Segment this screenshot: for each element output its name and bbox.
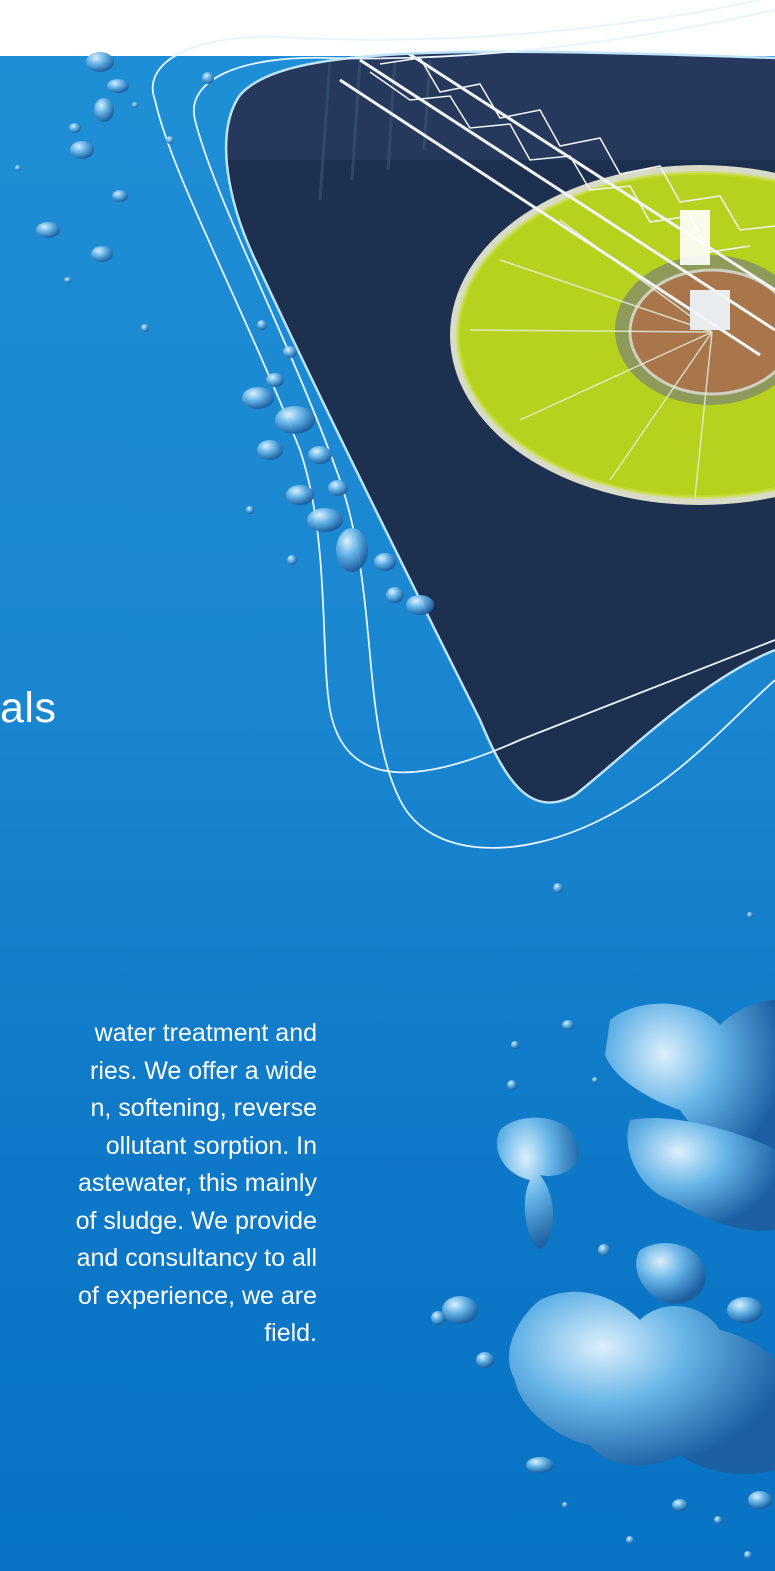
paragraph-line: astewater, this mainly [78,1169,317,1197]
paragraph-line: field. [264,1319,317,1347]
intro-paragraph: water treatment and ries. We offer a wid… [0,1015,317,1353]
hero-heading-fragment: als [0,684,57,732]
paragraph-line: and consultancy to all [76,1244,317,1272]
paragraph-line: of experience, we are [77,1281,317,1310]
paragraph-line: water treatment and [94,1019,317,1047]
paragraph-line: ollutant sorption. In [105,1131,317,1160]
clarifier-photo [226,51,775,803]
paragraph-line: of sludge. We provide [75,1206,317,1235]
paragraph-line: n, softening, reverse [90,1094,317,1122]
paragraph-line: ries. We offer a wide [90,1056,317,1085]
